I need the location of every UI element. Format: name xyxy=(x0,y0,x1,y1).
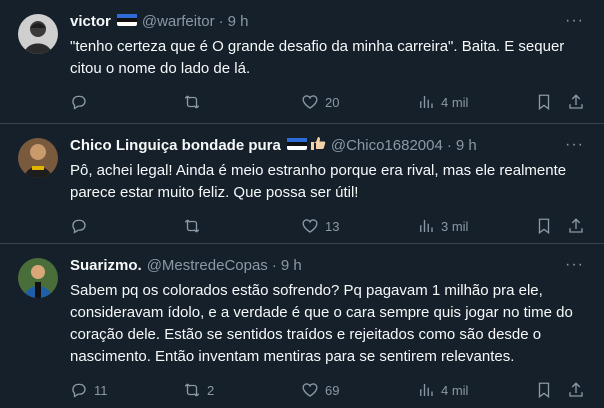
retweet-count: 2 xyxy=(207,382,215,398)
tweet-header: Suarizmo. @MestredeCopas · 9 h xyxy=(70,256,588,276)
timestamp[interactable]: 9 h xyxy=(456,136,477,156)
reply-icon xyxy=(72,219,86,234)
view-count: 4 mil xyxy=(441,94,469,110)
share-icon xyxy=(569,94,583,109)
analytics-icon xyxy=(420,96,433,108)
more-options-icon[interactable]: ··· xyxy=(565,137,584,153)
like-button[interactable]: 13 xyxy=(301,217,417,235)
tweet-3[interactable]: Suarizmo. @MestredeCopas · 9 h ··· Sabem… xyxy=(0,244,604,401)
handle[interactable]: @warfeitor xyxy=(142,12,215,32)
handle[interactable]: @MestredeCopas xyxy=(147,256,268,276)
heart-icon xyxy=(302,383,318,397)
like-count: 13 xyxy=(325,218,340,234)
views-button[interactable]: 4 mil xyxy=(417,381,535,399)
display-name[interactable]: Suarizmo. xyxy=(70,256,142,276)
avatar[interactable] xyxy=(18,14,58,54)
timestamp[interactable]: 9 h xyxy=(228,12,249,32)
like-count: 69 xyxy=(325,382,340,398)
like-button[interactable]: 69 xyxy=(301,381,417,399)
retweet-icon xyxy=(184,219,200,233)
retweet-button[interactable]: 2 xyxy=(183,381,301,399)
reply-button[interactable] xyxy=(70,93,183,111)
share-icon xyxy=(569,218,583,233)
share-button[interactable] xyxy=(567,217,585,235)
retweet-button[interactable] xyxy=(183,93,301,111)
tweet-actions: 13 3 mil xyxy=(70,208,588,244)
display-name[interactable]: Chico Linguiça bondade pura xyxy=(70,136,281,156)
flag-icon xyxy=(286,136,307,156)
tweet-header: victor @warfeitor · 9 h xyxy=(70,12,588,32)
tweet-header: Chico Linguiça bondade pura @Chico168200… xyxy=(70,136,588,156)
share-icon xyxy=(569,382,583,397)
analytics-icon xyxy=(420,220,433,232)
display-name[interactable]: victor xyxy=(70,12,111,32)
share-button[interactable] xyxy=(567,93,585,111)
flag-icon xyxy=(116,12,137,32)
bookmark-icon xyxy=(538,218,550,235)
bookmark-icon xyxy=(538,94,550,111)
more-options-icon[interactable]: ··· xyxy=(565,13,584,29)
tweet-text: Pô, achei legal! Ainda é meio estranho p… xyxy=(70,162,567,201)
tweet-text: Sabem pq os colorados estão sofrendo? Pq… xyxy=(70,282,573,365)
bookmark-icon xyxy=(538,382,550,399)
separator-dot: · xyxy=(446,137,452,154)
retweet-icon xyxy=(184,95,200,109)
bookmark-button[interactable] xyxy=(535,381,567,399)
like-count: 20 xyxy=(325,94,340,110)
analytics-icon xyxy=(420,384,433,396)
retweet-button[interactable] xyxy=(183,217,301,235)
view-count: 4 mil xyxy=(441,382,469,398)
timestamp[interactable]: 9 h xyxy=(281,256,302,276)
bookmark-button[interactable] xyxy=(535,217,567,235)
reply-count: 11 xyxy=(94,382,108,398)
tweet-1[interactable]: victor @warfeitor · 9 h ··· "tenho certe… xyxy=(0,0,604,124)
handle[interactable]: @Chico1682004 xyxy=(331,136,443,156)
tweet-actions: 20 4 mil xyxy=(70,84,588,120)
bookmark-button[interactable] xyxy=(535,93,567,111)
views-button[interactable]: 4 mil xyxy=(417,93,535,111)
reply-icon xyxy=(72,383,86,398)
heart-icon xyxy=(302,219,318,233)
share-button[interactable] xyxy=(567,381,585,399)
avatar[interactable] xyxy=(18,258,58,298)
thumbs-up-icon xyxy=(310,135,326,157)
retweet-icon xyxy=(184,383,200,397)
like-button[interactable]: 20 xyxy=(301,93,417,111)
avatar[interactable] xyxy=(18,138,58,178)
reply-button[interactable] xyxy=(70,217,183,235)
tweet-actions: 11 2 69 4 mil xyxy=(70,372,588,408)
heart-icon xyxy=(302,95,318,109)
separator-dot: · xyxy=(271,257,277,274)
reply-icon xyxy=(72,95,86,110)
tweet-text: "tenho certeza que é O grande desafio da… xyxy=(70,38,565,77)
tweet-2[interactable]: Chico Linguiça bondade pura @Chico168200… xyxy=(0,124,604,244)
view-count: 3 mil xyxy=(441,218,469,234)
more-options-icon[interactable]: ··· xyxy=(565,257,584,273)
reply-button[interactable]: 11 xyxy=(70,381,183,399)
views-button[interactable]: 3 mil xyxy=(417,217,535,235)
separator-dot: · xyxy=(218,13,224,30)
reply-feed: victor @warfeitor · 9 h ··· "tenho certe… xyxy=(0,0,604,401)
